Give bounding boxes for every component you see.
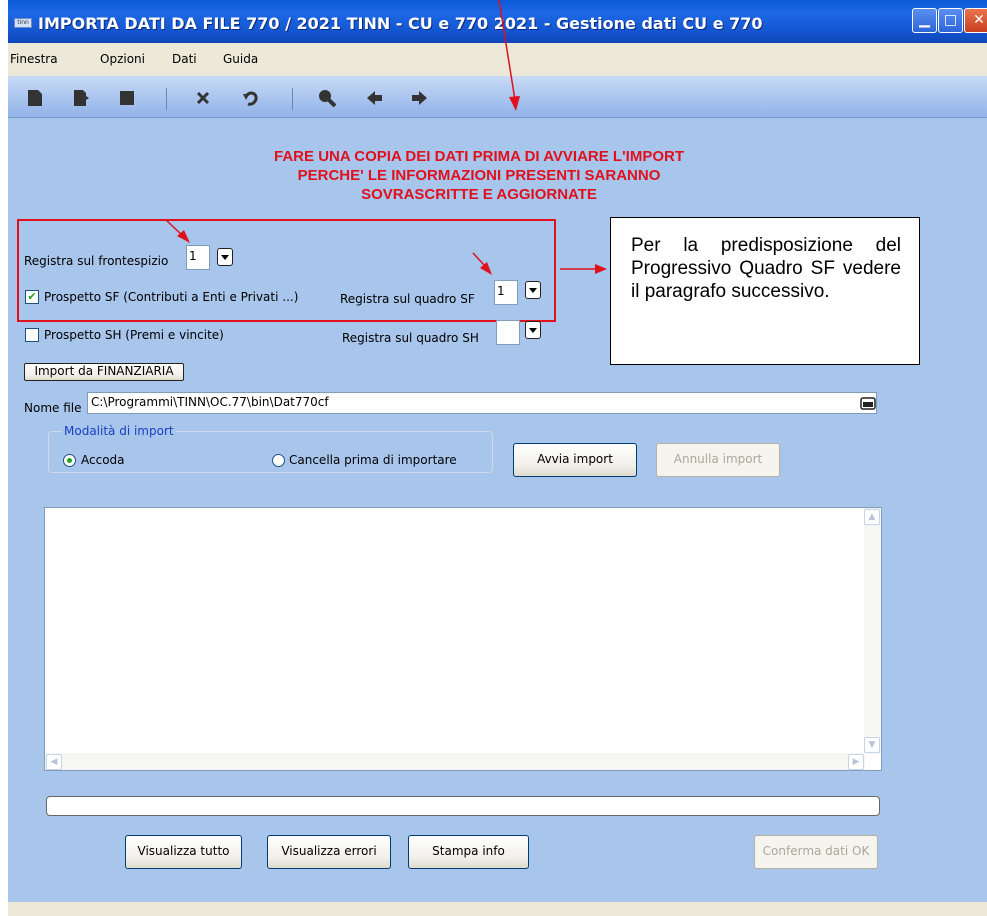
- warning-line-2: PERCHE' LE INFORMAZIONI PRESENTI SARANNO: [297, 167, 661, 184]
- toolbar-separator: [166, 88, 167, 110]
- prospetto-sf-checkbox[interactable]: ✔: [25, 290, 39, 304]
- quadro-sf-input[interactable]: 1: [494, 280, 518, 305]
- warning-line-3: SOVRASCRITTE E AGGIORNATE: [361, 186, 597, 203]
- new-icon[interactable]: [26, 89, 44, 107]
- stampa-info-button[interactable]: Stampa info: [408, 835, 529, 869]
- menu-dati[interactable]: Dati: [172, 52, 197, 66]
- delete-icon[interactable]: [194, 89, 212, 107]
- prospetto-sh-label: Prospetto SH (Premi e vincite): [44, 328, 224, 342]
- forward-icon[interactable]: [410, 89, 428, 107]
- scroll-down-arrow-icon[interactable]: ▼: [864, 737, 880, 753]
- quadro-sf-label: Registra sul quadro SF: [340, 292, 475, 306]
- frontespizio-dropdown[interactable]: [217, 248, 233, 266]
- file-label: Nome file: [24, 401, 82, 415]
- toolbar: [8, 76, 987, 118]
- import-mode-legend: Modalità di import: [62, 424, 176, 438]
- radio-cancella-label: Cancella prima di importare: [289, 453, 457, 467]
- menu-opzioni[interactable]: Opzioni: [100, 52, 145, 66]
- client-area: FARE UNA COPIA DEI DATI PRIMA DI AVVIARE…: [8, 118, 987, 916]
- browse-folder-icon[interactable]: [860, 395, 876, 411]
- window-title: IMPORTA DATI DA FILE 770 / 2021 TINN - C…: [38, 14, 763, 33]
- highlight-box: [17, 219, 556, 322]
- warning-message: FARE UNA COPIA DEI DATI PRIMA DI AVVIARE…: [168, 147, 790, 204]
- frontespizio-input[interactable]: 1: [186, 245, 210, 270]
- title-bar[interactable]: tinn IMPORTA DATI DA FILE 770 / 2021 TIN…: [8, 0, 987, 43]
- vertical-scrollbar[interactable]: ▲ ▼: [864, 508, 881, 754]
- log-scrollbars: ▲ ▼ ◀ ▶: [45, 508, 881, 770]
- undo-icon[interactable]: [242, 89, 260, 107]
- close-button[interactable]: ✕: [964, 8, 987, 33]
- menu-bar: Finestra Opzioni Dati Guida: [8, 43, 987, 76]
- callout-note: Per la predisposizione del Progressivo Q…: [610, 217, 920, 365]
- back-icon[interactable]: [366, 89, 384, 107]
- conferma-dati-button[interactable]: Conferma dati OK: [754, 835, 878, 869]
- progress-bar: [46, 796, 880, 816]
- quadro-sh-input[interactable]: [496, 320, 520, 345]
- minimize-button[interactable]: ▁: [912, 8, 937, 33]
- quadro-sh-dropdown[interactable]: [525, 321, 541, 339]
- maximize-button[interactable]: □: [938, 8, 963, 33]
- radio-accoda[interactable]: [63, 454, 76, 467]
- menu-guida[interactable]: Guida: [223, 52, 258, 66]
- avvia-import-button[interactable]: Avvia import: [513, 443, 637, 477]
- quadro-sf-dropdown[interactable]: [525, 281, 541, 299]
- quadro-sh-label: Registra sul quadro SH: [342, 331, 479, 345]
- file-path-input[interactable]: C:\Programmi\TINN\OC.77\bin\Dat770cf: [87, 392, 877, 414]
- scroll-up-arrow-icon[interactable]: ▲: [864, 509, 880, 525]
- save-icon[interactable]: [118, 89, 136, 107]
- main-window: tinn IMPORTA DATI DA FILE 770 / 2021 TIN…: [8, 0, 987, 916]
- menu-finestra[interactable]: Finestra: [10, 52, 58, 66]
- scroll-right-arrow-icon[interactable]: ▶: [848, 754, 864, 770]
- horizontal-scrollbar[interactable]: ◀ ▶: [45, 753, 865, 770]
- prospetto-sh-checkbox[interactable]: [25, 328, 39, 342]
- warning-line-1: FARE UNA COPIA DEI DATI PRIMA DI AVVIARE…: [274, 148, 684, 165]
- visualizza-errori-button[interactable]: Visualizza errori: [267, 835, 391, 869]
- scroll-left-arrow-icon[interactable]: ◀: [46, 754, 62, 770]
- import-finanziaria-button[interactable]: Import da FINANZIARIA: [24, 363, 184, 381]
- open-icon[interactable]: [72, 89, 90, 107]
- status-bar: [8, 902, 987, 916]
- frontespizio-label: Registra sul frontespizio: [24, 254, 169, 268]
- visualizza-tutto-button[interactable]: Visualizza tutto: [125, 835, 242, 869]
- annulla-import-button[interactable]: Annulla import: [656, 443, 780, 477]
- prospetto-sf-label: Prospetto SF (Contributi a Enti e Privat…: [44, 290, 299, 304]
- search-icon[interactable]: [318, 89, 336, 107]
- toolbar-separator: [292, 88, 293, 110]
- app-icon: tinn: [14, 18, 32, 28]
- radio-accoda-label: Accoda: [81, 453, 125, 467]
- radio-cancella[interactable]: [272, 454, 285, 467]
